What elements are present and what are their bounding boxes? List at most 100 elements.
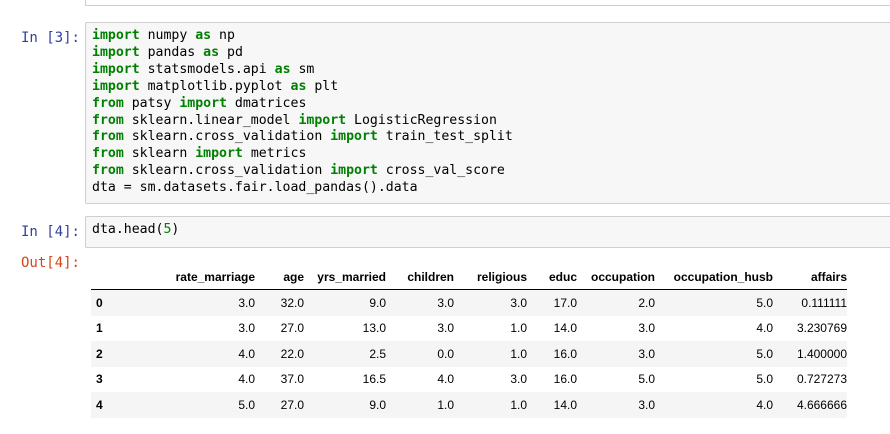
table-cell: 4.666666 bbox=[796, 397, 847, 412]
table-cell: 16.0 bbox=[553, 372, 577, 387]
code-keyword: import bbox=[92, 78, 140, 94]
table-cell: 1.400000 bbox=[796, 346, 847, 361]
table-cell: 13.0 bbox=[362, 321, 386, 336]
input-prompt-3: In [3]: bbox=[20, 30, 80, 46]
table-cell: 9.0 bbox=[369, 295, 386, 310]
code-line: from sklearn.cross_validation import cro… bbox=[92, 163, 884, 180]
column-header: age bbox=[255, 265, 304, 290]
code-keyword: import bbox=[298, 112, 347, 128]
code-text: metrics bbox=[242, 146, 307, 162]
table-cell: 3.230769 bbox=[796, 321, 847, 336]
code-line: from patsy import dmatrices bbox=[92, 96, 884, 113]
table-cell: 37.0 bbox=[280, 372, 304, 387]
table-cell: 3.0 bbox=[437, 321, 454, 336]
table-cell: 3.0 bbox=[238, 321, 255, 336]
code-keyword: as bbox=[290, 78, 307, 94]
code-text: LogisticRegression bbox=[346, 112, 497, 128]
table-cell: 4.0 bbox=[756, 397, 773, 412]
code-text: numpy bbox=[139, 28, 196, 43]
column-header: yrs_married bbox=[304, 265, 386, 290]
table-cell: 1.0 bbox=[510, 397, 527, 412]
column-header: children bbox=[386, 265, 454, 290]
column-header: affairs bbox=[773, 265, 847, 290]
code-line: dta.head(5) bbox=[92, 222, 884, 239]
code-input-4[interactable]: dta.head(5) bbox=[85, 216, 890, 248]
table-cell: 5.0 bbox=[638, 372, 655, 387]
code-line: import pandas as pd bbox=[92, 45, 884, 62]
code-line: import statsmodels.api as sm bbox=[92, 62, 884, 79]
column-header: rate_marriage bbox=[139, 265, 255, 290]
table-cell: 4.0 bbox=[437, 372, 454, 387]
index-header bbox=[91, 265, 139, 290]
code-line: import matplotlib.pyplot as plt bbox=[92, 79, 884, 96]
code-keyword: as bbox=[274, 61, 291, 77]
code-text: ) bbox=[171, 222, 180, 237]
code-text: statsmodels.api bbox=[139, 61, 275, 77]
code-keyword: import bbox=[92, 44, 140, 60]
code-line: from sklearn import metrics bbox=[92, 146, 884, 163]
row-index: 4 bbox=[96, 397, 103, 412]
row-index: 1 bbox=[96, 321, 103, 336]
code-keyword: import bbox=[330, 163, 378, 179]
output-prompt-4: Out[4]: bbox=[20, 255, 80, 271]
table-row: 4 5.0 27.0 9.0 1.0 1.0 14.0 3.0 4.0 4.666666 bbox=[91, 392, 847, 418]
column-header: educ bbox=[527, 265, 577, 290]
table-cell: 2.5 bbox=[369, 346, 386, 361]
code-keyword: from bbox=[92, 95, 124, 111]
table-row: 3 4.0 37.0 16.5 4.0 3.0 16.0 5.0 5.0 0.727273 bbox=[91, 366, 847, 392]
code-text: sklearn bbox=[123, 146, 196, 162]
code-line: dta = sm.datasets.fair.load_pandas().dat… bbox=[92, 180, 884, 197]
code-text: sklearn.cross_validation bbox=[123, 129, 331, 145]
code-text: sklearn.cross_validation bbox=[123, 163, 331, 179]
table-cell: 1.0 bbox=[437, 397, 454, 412]
table-header-row: rate_marriage age yrs_married children relig… bbox=[91, 265, 847, 290]
table-cell: 27.0 bbox=[280, 321, 304, 336]
code-keyword: as bbox=[195, 28, 212, 43]
code-text: dmatrices bbox=[226, 95, 307, 111]
table-cell: 5.0 bbox=[756, 346, 773, 361]
table-cell: 14.0 bbox=[553, 321, 577, 336]
table-cell: 0.727273 bbox=[796, 372, 847, 387]
table-cell: 32.0 bbox=[280, 295, 304, 310]
table-cell: 4.0 bbox=[238, 372, 255, 387]
table-cell: 0.0 bbox=[437, 346, 454, 361]
code-keyword: import bbox=[195, 146, 243, 162]
table-cell: 0.111111 bbox=[801, 295, 847, 310]
table-cell: 3.0 bbox=[238, 295, 255, 310]
code-line: from sklearn.cross_validation import tra… bbox=[92, 129, 884, 146]
code-keyword: import bbox=[179, 95, 227, 111]
table-cell: 4.0 bbox=[756, 321, 773, 336]
row-index: 3 bbox=[96, 372, 103, 387]
table-cell: 5.0 bbox=[756, 295, 773, 310]
table-cell: 5.0 bbox=[238, 397, 255, 412]
table-cell: 22.0 bbox=[280, 346, 304, 361]
table-cell: 1.0 bbox=[510, 346, 527, 361]
table-cell: 4.0 bbox=[238, 346, 255, 361]
code-keyword: from bbox=[92, 163, 124, 179]
table-cell: 5.0 bbox=[756, 372, 773, 387]
table-cell: 16.0 bbox=[553, 346, 577, 361]
code-text: pandas bbox=[139, 44, 204, 60]
column-header: occupation_husb bbox=[655, 265, 773, 290]
table-row: 0 3.0 32.0 9.0 3.0 3.0 17.0 2.0 5.0 0.111111 bbox=[91, 289, 847, 316]
code-line: import numpy as np bbox=[92, 28, 884, 45]
column-header: occupation bbox=[577, 265, 655, 290]
table-cell: 27.0 bbox=[280, 397, 304, 412]
code-input-3[interactable]: import numpy as np import pandas as pd imp… bbox=[85, 22, 890, 204]
code-text: dta.head( bbox=[92, 222, 164, 237]
code-text: train_test_split bbox=[377, 129, 513, 145]
table-body: 0 3.0 32.0 9.0 3.0 3.0 17.0 2.0 5.0 0.111111 1 3.0 2… bbox=[91, 289, 847, 418]
table-cell: 3.0 bbox=[638, 397, 655, 412]
table-cell: 9.0 bbox=[369, 397, 386, 412]
table-cell: 3.0 bbox=[510, 372, 527, 387]
code-keyword: import bbox=[92, 28, 140, 43]
code-line: from sklearn.linear_model import Logisti… bbox=[92, 113, 884, 130]
code-text: patsy bbox=[123, 95, 180, 111]
code-text: np bbox=[211, 28, 235, 43]
code-keyword: import bbox=[330, 129, 378, 145]
code-text: pd bbox=[219, 44, 243, 60]
row-index: 2 bbox=[96, 346, 103, 361]
code-text: sm bbox=[290, 61, 315, 77]
code-text: plt bbox=[306, 78, 339, 94]
table-cell: 3.0 bbox=[510, 295, 527, 310]
